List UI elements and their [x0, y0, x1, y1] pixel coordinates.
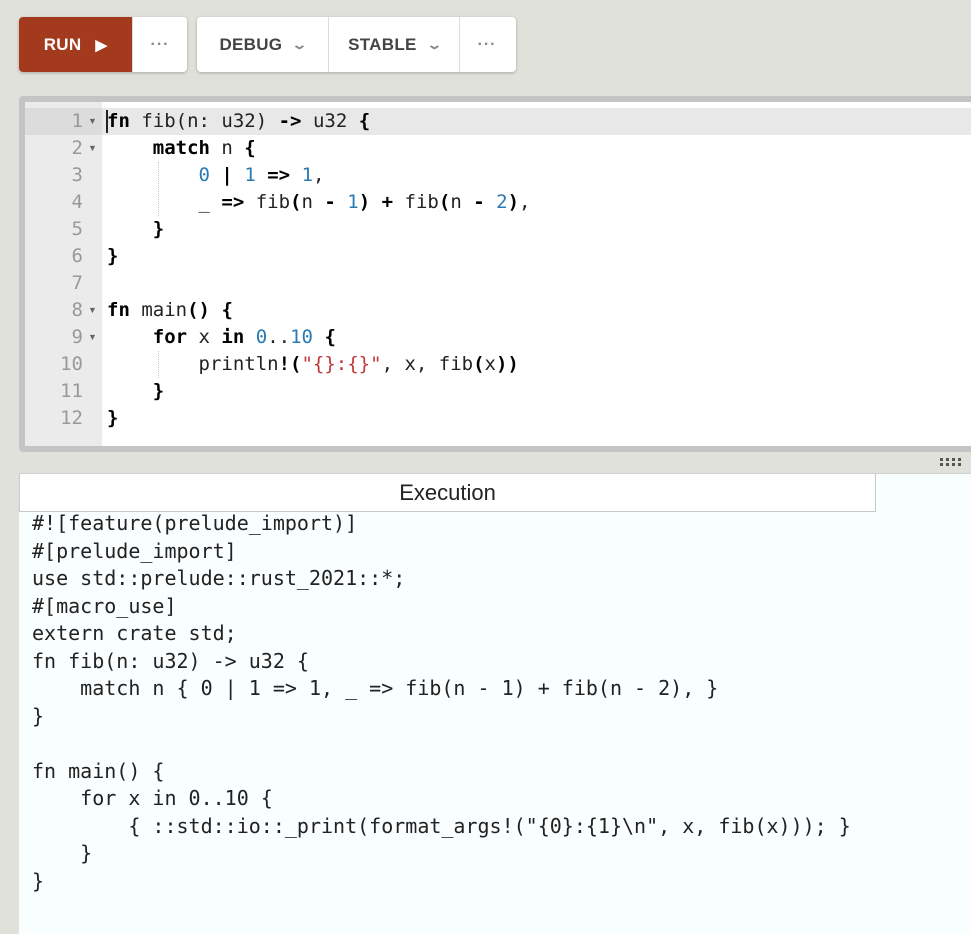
fold-toggle-icon[interactable]: ▼	[88, 297, 97, 324]
line-number: 2	[71, 137, 83, 159]
line-number: 8	[71, 299, 83, 321]
code-editor: 1 ▼ 2 ▼ 3 4 5 6 7 8 ▼ 9 ▼ 10 11 12 fn fib(n: u32) -> u3…	[19, 96, 971, 452]
line-number: 1	[71, 110, 83, 132]
tab-label: Execution	[399, 479, 496, 505]
play-icon: ▶	[95, 36, 108, 54]
line-number: 5	[71, 218, 83, 240]
line-number: 7	[71, 272, 83, 294]
line-number: 4	[71, 191, 83, 213]
line-number: 12	[60, 407, 83, 429]
tab-execution[interactable]: Execution	[19, 474, 876, 512]
fold-toggle-icon[interactable]: ▼	[88, 135, 97, 162]
advanced-options-button[interactable]: ···	[459, 17, 514, 72]
channel-select[interactable]: STABLE ⌄	[328, 17, 459, 72]
resize-handle[interactable]	[940, 458, 964, 468]
mode-select[interactable]: DEBUG ⌄	[197, 17, 328, 72]
output-panel: Execution #![feature(prelude_import)] #[…	[19, 473, 971, 934]
source-code[interactable]: fn fib(n: u32) -> u32 { match n { 0 | 1 …	[107, 108, 530, 432]
line-number: 3	[71, 164, 83, 186]
run-label: RUN	[43, 34, 82, 54]
more-icon: ···	[477, 35, 497, 53]
editor-surface[interactable]: 1 ▼ 2 ▼ 3 4 5 6 7 8 ▼ 9 ▼ 10 11 12 fn fib(n: u32) -> u3…	[25, 102, 971, 446]
fold-toggle-icon[interactable]: ▼	[88, 324, 97, 351]
config-group: DEBUG ⌄ STABLE ⌄ ···	[197, 17, 516, 72]
line-number: 6	[71, 245, 83, 267]
fold-toggle-icon[interactable]: ▼	[88, 108, 97, 135]
run-button[interactable]: RUN ▶	[19, 17, 132, 72]
more-icon: ···	[150, 35, 170, 53]
line-number: 10	[60, 353, 83, 375]
chevron-down-icon: ⌄	[425, 36, 443, 52]
line-number-gutter: 1 ▼ 2 ▼ 3 4 5 6 7 8 ▼ 9 ▼ 10 11 12	[25, 102, 102, 446]
chevron-down-icon: ⌄	[291, 36, 309, 52]
channel-label: STABLE	[348, 34, 417, 54]
line-number: 11	[60, 380, 83, 402]
more-options-button[interactable]: ···	[132, 17, 187, 72]
run-group: RUN ▶ ···	[19, 17, 187, 72]
execution-output: #![feature(prelude_import)] #[prelude_im…	[32, 511, 851, 893]
line-number: 9	[71, 326, 83, 348]
mode-label: DEBUG	[219, 34, 283, 54]
